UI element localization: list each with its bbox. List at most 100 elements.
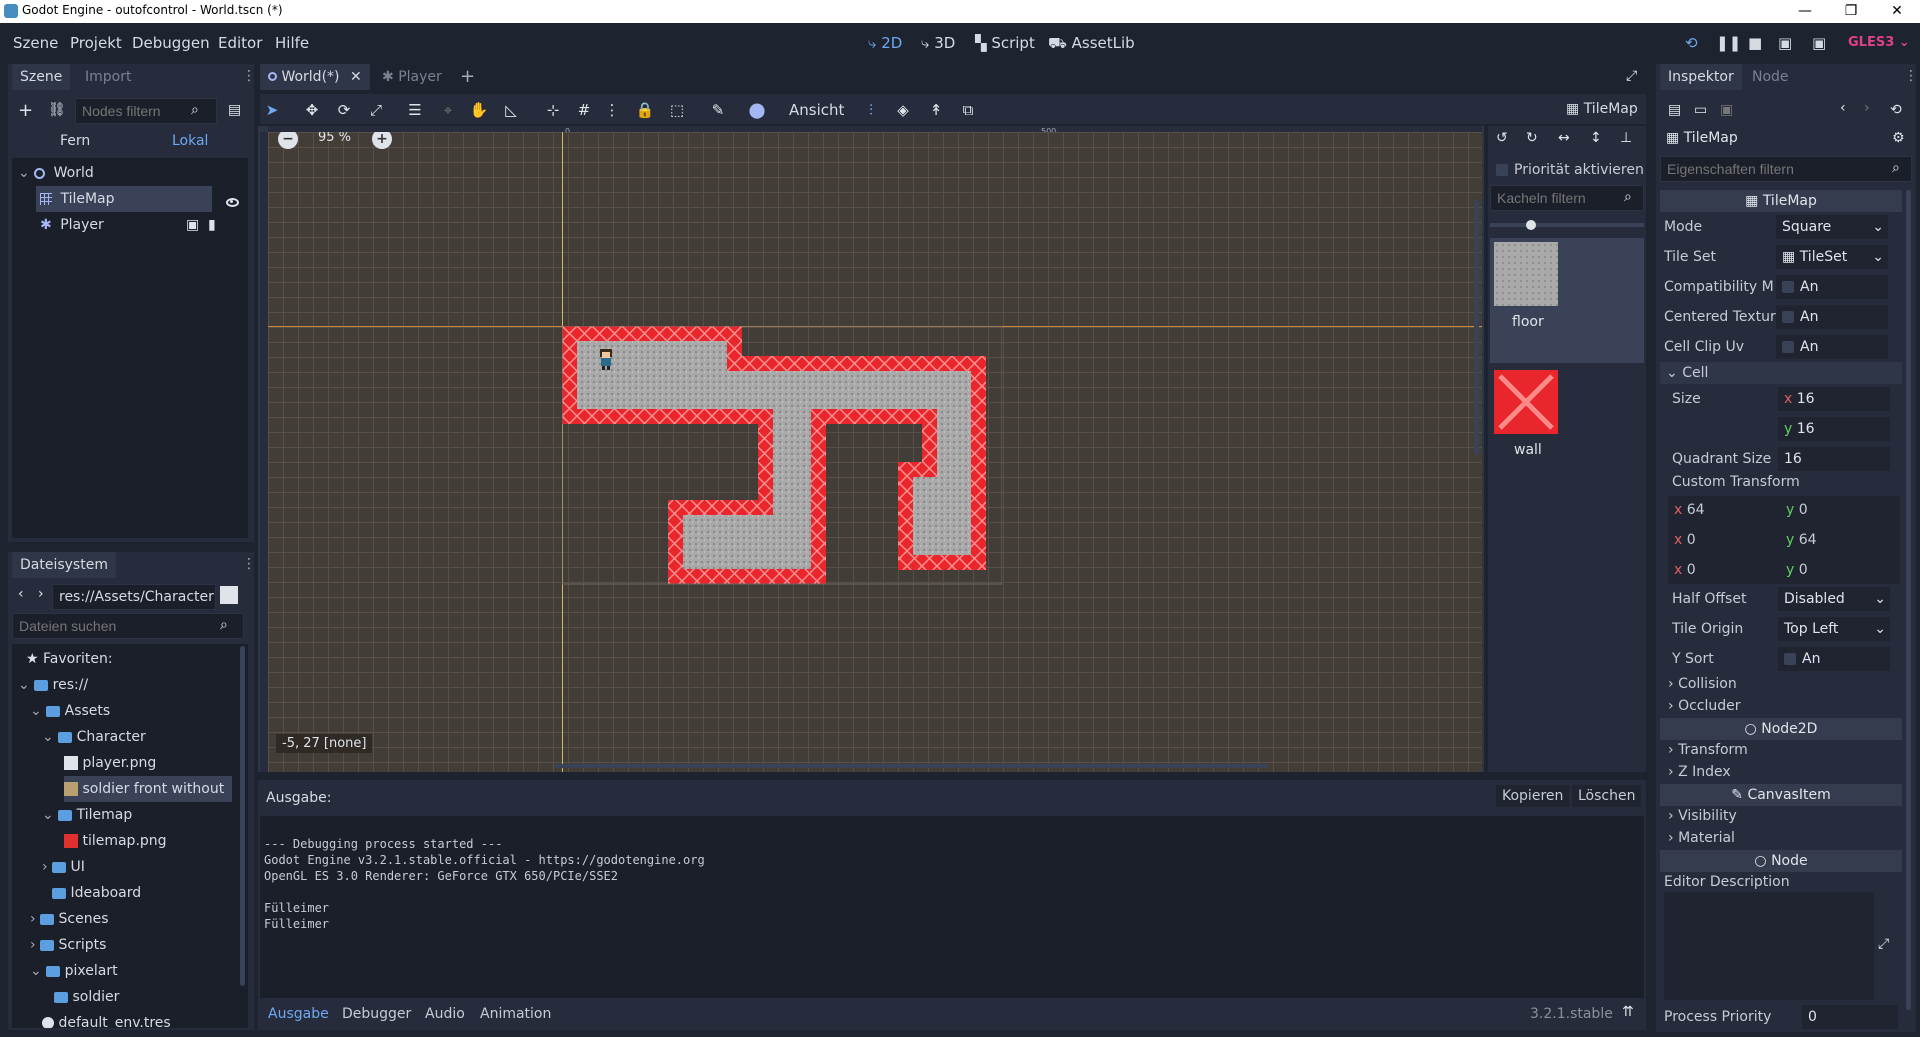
canvas-viewport[interactable]: − 95 % + -5, 27 [none]	[268, 132, 1482, 772]
load-resource-icon[interactable]: ▭	[1694, 102, 1707, 118]
rotate-right-icon[interactable]: ↻	[1526, 130, 1538, 146]
clear-transform-icon[interactable]: ⊥	[1620, 130, 1632, 146]
object-tools-icon[interactable]: ⚙	[1892, 130, 1905, 146]
ysort-checkbox[interactable]: An	[1778, 647, 1890, 671]
ruler-tool-icon[interactable]: ◺	[498, 98, 524, 122]
section-visibility[interactable]: › Visibility	[1668, 808, 1737, 824]
folder-ui[interactable]: › UI	[42, 854, 85, 880]
zoom-out-button[interactable]: −	[278, 132, 298, 149]
maximize-button[interactable]: ❐	[1828, 0, 1874, 23]
horizontal-scrollbar[interactable]	[554, 764, 1268, 768]
tile-filter-input[interactable]	[1490, 185, 1644, 211]
file-soldier-front[interactable]: soldier front without	[64, 776, 232, 802]
script-attach-icon[interactable]: ▤	[228, 102, 241, 118]
folder-character[interactable]: ⌄ Character	[42, 724, 146, 750]
ct-y0-field[interactable]: y 0	[1786, 502, 1808, 518]
zoom-level[interactable]: 95 %	[318, 132, 351, 145]
process-priority-field[interactable]: 0	[1802, 1005, 1898, 1029]
folder-scripts[interactable]: › Scripts	[30, 932, 106, 958]
tab-player-scene[interactable]: ✱ Player	[374, 64, 450, 90]
folder-pixelart[interactable]: ⌄ pixelart	[30, 958, 118, 984]
half-offset-select[interactable]: Disabled ⌄	[1778, 587, 1890, 611]
section-zindex[interactable]: › Z Index	[1668, 764, 1731, 780]
close-tab-icon[interactable]: ✕	[350, 69, 362, 85]
pivot-tool-icon[interactable]: ⌖	[435, 98, 461, 122]
section-transform[interactable]: › Transform	[1668, 742, 1748, 758]
centered-checkbox[interactable]: An	[1776, 305, 1888, 329]
menu-debug[interactable]: Debuggen	[132, 34, 210, 52]
history-icon[interactable]: ⟲	[1890, 102, 1902, 118]
expand-field-icon[interactable]: ⤢	[1878, 936, 1889, 952]
main-assetlib-button[interactable]: ⛟ AssetLib	[1048, 34, 1135, 54]
history-back-icon[interactable]: ‹	[1840, 100, 1846, 116]
bottom-tab-debugger[interactable]: Debugger	[342, 1006, 411, 1022]
file-tilemap-png[interactable]: tilemap.png	[64, 828, 167, 854]
pause-icon[interactable]: ❚❚	[1716, 34, 1741, 52]
list-select-icon[interactable]: ☰	[402, 98, 428, 122]
ct-x0-field[interactable]: x 64	[1674, 502, 1705, 518]
folder-scenes[interactable]: › Scenes	[30, 906, 109, 932]
favorites-item[interactable]: ★ Favoriten:	[26, 646, 113, 672]
copy-button[interactable]: Kopieren	[1496, 785, 1570, 807]
reload-icon[interactable]: ⟲	[1685, 34, 1698, 52]
mode-select[interactable]: Square ⌄	[1776, 215, 1888, 239]
quadrant-field[interactable]: 16	[1778, 447, 1890, 471]
visibility-eye-icon[interactable]	[226, 198, 239, 207]
new-resource-icon[interactable]: ▤	[1668, 102, 1681, 118]
lock-icon[interactable]: 🔒	[632, 98, 658, 122]
minimize-button[interactable]: —	[1782, 0, 1828, 23]
tab-import[interactable]: Import	[77, 64, 139, 90]
folder-ideaboard[interactable]: › Ideaboard	[42, 880, 141, 906]
scale-tool-icon[interactable]: ⤢	[363, 98, 389, 122]
forward-arrow-icon[interactable]: ›	[38, 586, 44, 602]
folder-res[interactable]: ⌄ res://	[18, 672, 88, 698]
picker-icon[interactable]: ↟	[923, 98, 949, 122]
dock-menu-icon[interactable]: ⋮	[242, 556, 256, 572]
main-3d-button[interactable]: ⤷ 3D	[921, 34, 955, 52]
tree-item-world[interactable]: ⌄ World	[12, 160, 322, 186]
tile-item-wall[interactable]: wall	[1490, 366, 1644, 466]
tab-world-scene[interactable]: World(*) ✕	[260, 64, 370, 90]
menu-editor[interactable]: Editor	[218, 34, 262, 52]
select-tool-icon[interactable]: ➤	[259, 98, 285, 122]
tile-zoom-slider[interactable]	[1490, 223, 1644, 227]
history-forward-icon[interactable]: ›	[1864, 100, 1870, 116]
slider-handle[interactable]	[1526, 220, 1536, 230]
priority-checkbox[interactable]: Priorität aktivieren	[1496, 162, 1644, 178]
local-button[interactable]: Lokal	[172, 133, 208, 149]
file-default-env[interactable]: default_env.tres	[42, 1010, 171, 1028]
keyframe-icon[interactable]: ⫶	[858, 98, 884, 122]
menu-project[interactable]: Projekt	[70, 34, 122, 52]
folder-assets[interactable]: ⌄ Assets	[30, 698, 110, 724]
tree-item-tilemap[interactable]: TileMap	[36, 186, 212, 212]
tab-scene[interactable]: Szene	[12, 64, 71, 90]
add-node-icon[interactable]: +	[18, 100, 33, 121]
copy-icon[interactable]: ⧉	[955, 98, 981, 122]
property-filter-input[interactable]	[1660, 156, 1912, 182]
pan-tool-icon[interactable]: ✋	[466, 98, 492, 122]
inspected-object[interactable]: ▦ TileMap	[1666, 130, 1738, 146]
stop-icon[interactable]: ■	[1748, 34, 1762, 52]
rotate-tool-icon[interactable]: ⟳	[331, 98, 357, 122]
play-scene-icon[interactable]: ▣	[1778, 34, 1792, 52]
size-x-field[interactable]: x 16	[1778, 387, 1890, 411]
flip-horizontal-icon[interactable]: ↔	[1558, 130, 1570, 146]
main-script-button[interactable]: ▚ Script	[975, 34, 1035, 52]
play-custom-icon[interactable]: ▣	[1812, 34, 1826, 52]
ct-x1-field[interactable]: x 0	[1674, 532, 1696, 548]
ct-x2-field[interactable]: x 0	[1674, 562, 1696, 578]
add-scene-tab-icon[interactable]: +	[460, 66, 475, 87]
section-occluder[interactable]: › Occluder	[1668, 698, 1741, 714]
compat-checkbox[interactable]: An	[1776, 275, 1888, 299]
file-player-png[interactable]: player.png	[64, 750, 156, 776]
bottom-tab-audio[interactable]: Audio	[425, 1006, 465, 1022]
tree-item-player[interactable]: ✱ Player ▣ ▮	[36, 212, 312, 238]
distraction-free-icon[interactable]: ⤢	[1626, 68, 1637, 84]
split-view-icon[interactable]	[220, 586, 238, 604]
camera-override-icon[interactable]: ⬤	[744, 98, 770, 122]
section-collision[interactable]: › Collision	[1668, 676, 1737, 692]
clear-button[interactable]: Löschen	[1572, 785, 1642, 807]
section-material[interactable]: › Material	[1668, 830, 1735, 846]
script-icon[interactable]: ▮	[208, 212, 216, 238]
folder-soldier[interactable]: soldier	[54, 984, 119, 1010]
